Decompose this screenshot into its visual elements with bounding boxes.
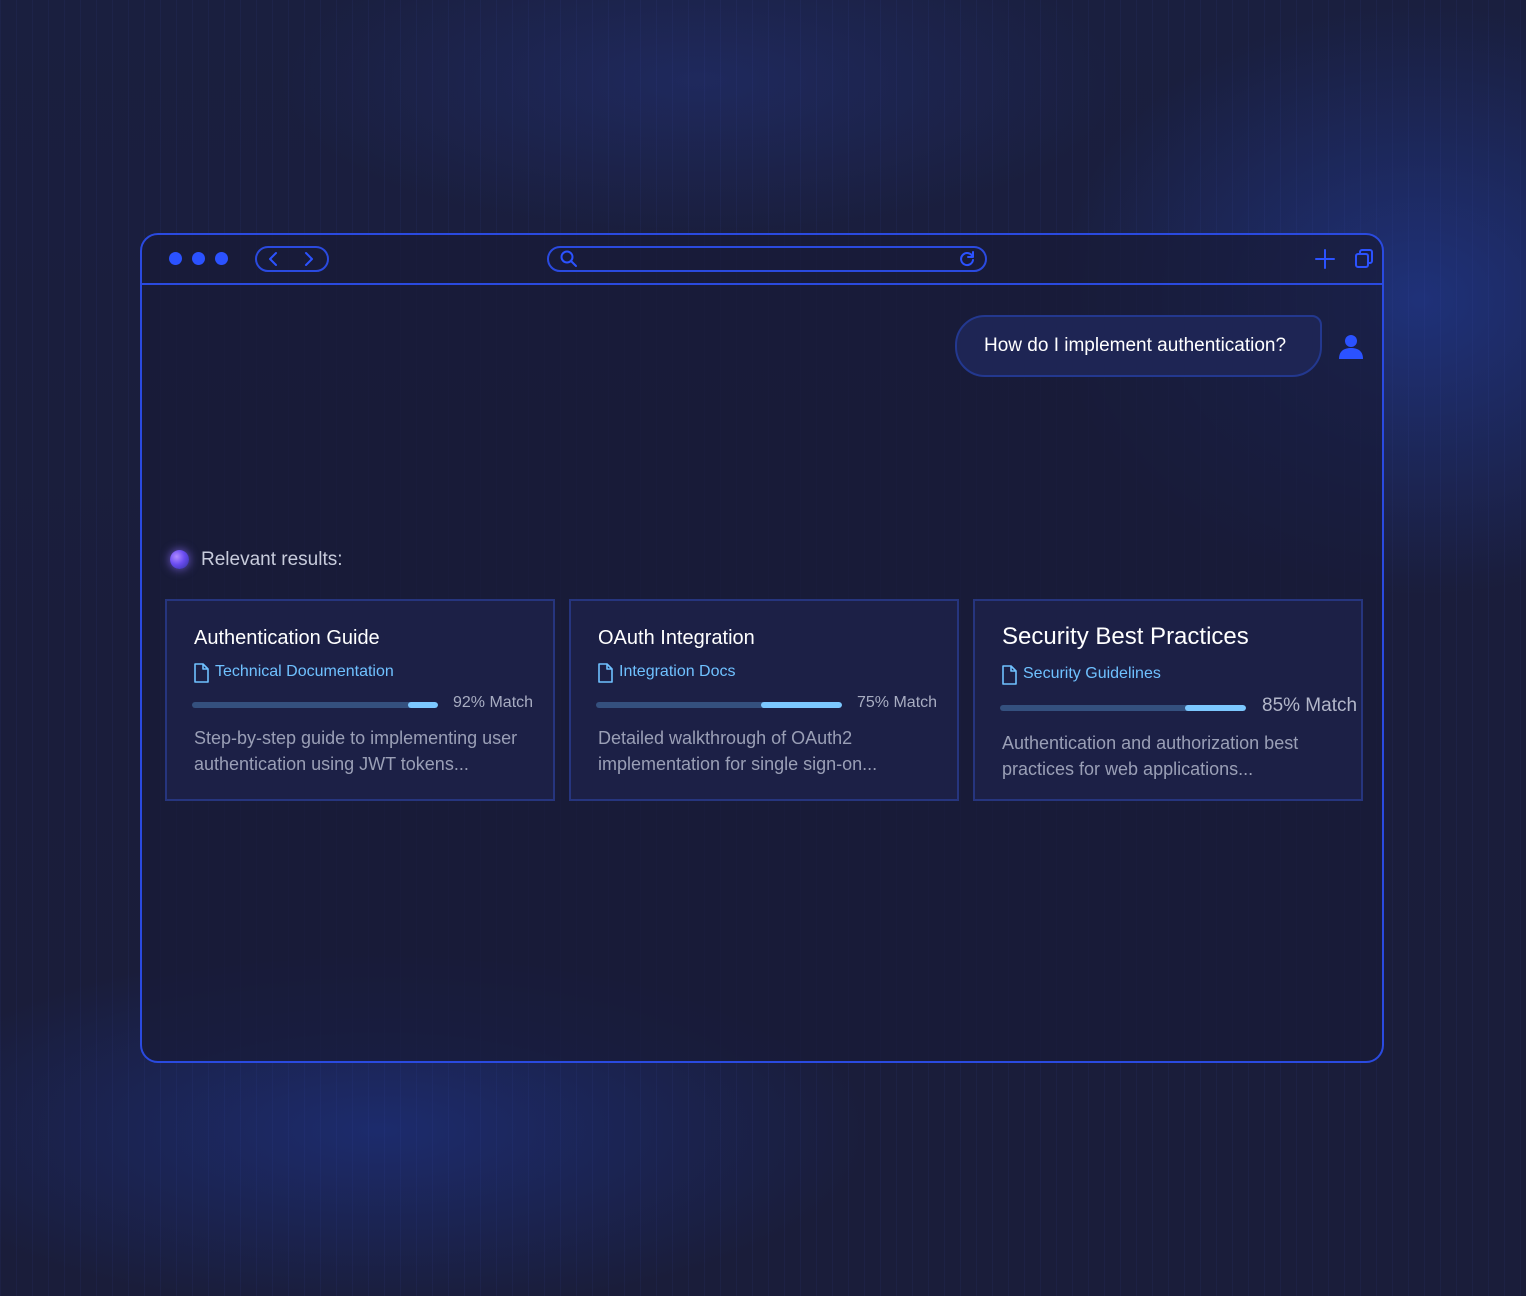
match-progress-fill [1184, 705, 1246, 711]
user-query-bubble: How do I implement authentication? [955, 315, 1322, 377]
document-icon [194, 663, 209, 683]
result-card[interactable]: Authentication Guide Technical Documenta… [165, 599, 555, 801]
match-progress-fill [760, 702, 842, 708]
plus-icon [1315, 249, 1335, 269]
back-button[interactable] [261, 250, 285, 268]
match-label: 75% Match [857, 694, 938, 711]
match-label: 92% Match [453, 694, 534, 711]
result-card[interactable]: OAuth Integration Integration Docs 75% M… [569, 599, 959, 801]
search-icon [560, 250, 577, 267]
result-card[interactable]: Security Best Practices Security Guideli… [973, 599, 1363, 801]
window-control-dot-icon[interactable] [215, 252, 228, 265]
assistant-orb-icon [170, 550, 189, 569]
match-progress-bar [192, 702, 438, 708]
address-bar[interactable] [547, 246, 987, 272]
window-control-dot-icon[interactable] [192, 252, 205, 265]
match-label: 85% Match [1262, 695, 1358, 716]
user-icon [1339, 335, 1363, 359]
user-avatar [1337, 333, 1365, 366]
browser-toolbar [142, 235, 1382, 285]
new-tab-button[interactable] [1314, 248, 1336, 275]
result-description: Authentication and authorization best pr… [1002, 733, 1299, 779]
refresh-icon [960, 251, 974, 267]
search-button[interactable] [559, 249, 579, 274]
source-label: Security Guidelines [1023, 665, 1161, 682]
document-icon [1002, 665, 1017, 685]
match-progress-bar [1000, 705, 1246, 711]
source-label: Integration Docs [619, 663, 736, 680]
match-progress-bar [596, 702, 842, 708]
chevron-right-icon [305, 252, 313, 266]
result-title[interactable]: Security Best Practices [1002, 623, 1249, 651]
browser-window: How do I implement authentication? Relev… [140, 233, 1384, 1063]
result-description: Step-by-step guide to implementing user … [194, 728, 518, 774]
result-description: Detailed walkthrough of OAuth2 implement… [598, 728, 878, 774]
result-title[interactable]: Authentication Guide [194, 627, 380, 650]
document-icon [598, 663, 613, 683]
forward-button[interactable] [297, 250, 321, 268]
match-progress-fill [408, 702, 438, 708]
source-label: Technical Documentation [215, 663, 394, 680]
chevron-left-icon [269, 252, 277, 266]
window-control-dot-icon[interactable] [169, 252, 182, 265]
refresh-button[interactable] [957, 249, 977, 274]
tabs-overview-button[interactable] [1353, 248, 1375, 275]
results-label: Relevant results: [201, 549, 343, 570]
navigation-controls [255, 246, 329, 272]
result-title[interactable]: OAuth Integration [598, 627, 755, 650]
copy-icon [1355, 249, 1373, 268]
